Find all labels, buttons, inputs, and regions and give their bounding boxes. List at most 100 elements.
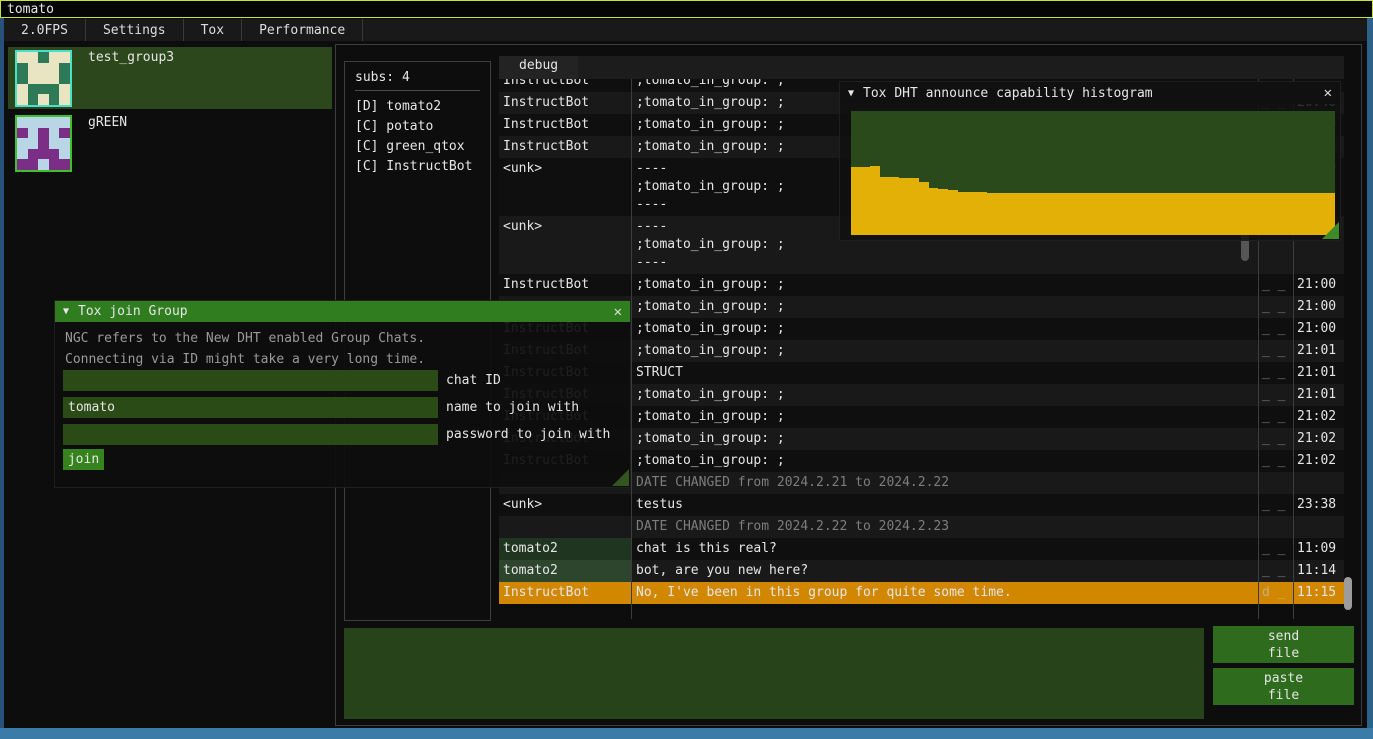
join-button[interactable]: join: [63, 449, 104, 470]
message-input[interactable]: [344, 628, 1204, 719]
chat-id-label: chat ID: [446, 373, 501, 388]
group-item-gREEN[interactable]: gREEN: [8, 112, 332, 172]
histogram-bar: [1219, 193, 1229, 235]
message-text: ;tomato_in_group: ;: [631, 342, 1258, 360]
join-name-label: name to join with: [446, 400, 579, 415]
message-timestamp: [1293, 518, 1344, 536]
menu-item-performance[interactable]: Performance: [242, 19, 363, 41]
send-file-button[interactable]: send file: [1213, 626, 1354, 663]
histogram-bar: [1006, 193, 1016, 235]
window-titlebar[interactable]: tomato: [0, 0, 1373, 18]
message-row[interactable]: DATE CHANGED from 2024.2.22 to 2024.2.23: [499, 516, 1344, 538]
subs-member[interactable]: [C] InstructBot: [355, 157, 490, 177]
menu-item-tox[interactable]: Tox: [184, 19, 242, 41]
histogram-bar: [987, 193, 997, 235]
resize-grip[interactable]: [1322, 222, 1339, 239]
subs-list: [D] tomato2 [C] potato [C] green_qtox [C…: [355, 97, 490, 177]
paste-file-button[interactable]: paste file: [1213, 668, 1354, 705]
window-title: tomato: [7, 2, 54, 17]
histogram-bar: [1064, 193, 1074, 235]
message-author: tomato2: [499, 538, 631, 560]
message-text: ;tomato_in_group: ;: [631, 452, 1258, 470]
histogram-bar: [1258, 193, 1268, 235]
subs-member[interactable]: [C] potato: [355, 117, 490, 137]
histogram-bar: [1084, 193, 1094, 235]
histogram-bar: [1151, 193, 1161, 235]
message-text: ;tomato_in_group: ;: [631, 298, 1258, 316]
message-timestamp: 21:00: [1293, 276, 1344, 294]
join-password-label: password to join with: [446, 427, 610, 442]
histogram-bar: [1287, 193, 1297, 235]
message-row[interactable]: InstructBot ;tomato_in_group: ; _ _ 21:0…: [499, 274, 1344, 296]
join-info-line: Connecting via ID might take a very long…: [65, 349, 630, 370]
message-timestamp: 11:14: [1293, 562, 1344, 580]
message-flags: _ _: [1258, 386, 1293, 404]
tab-debug[interactable]: debug: [499, 56, 578, 79]
message-flags: _ _: [1258, 320, 1293, 338]
resize-grip[interactable]: [612, 469, 629, 486]
collapse-arrow-icon[interactable]: ▼: [63, 306, 69, 317]
message-flags: _ _: [1258, 276, 1293, 294]
histogram-plot: [851, 111, 1335, 235]
join-password-input[interactable]: [63, 424, 438, 445]
menu-item-settings[interactable]: Settings: [86, 19, 184, 41]
subs-member[interactable]: [D] tomato2: [355, 97, 490, 117]
scrollbar-thumb[interactable]: [1344, 577, 1352, 610]
message-flags: _ _: [1258, 562, 1293, 580]
message-row[interactable]: InstructBot No, I've been in this group …: [499, 582, 1344, 604]
window-border-right: [1367, 18, 1373, 728]
message-flags: _ _: [1258, 364, 1293, 382]
join-window-titlebar[interactable]: ▼ Tox join Group ✕: [55, 301, 630, 322]
message-text: chat is this real?: [631, 540, 1258, 558]
histogram-bar: [919, 182, 929, 235]
message-flags: _ _: [1258, 452, 1293, 470]
group-avatar: [15, 50, 72, 107]
histogram-bar: [1142, 193, 1152, 235]
message-text: ;tomato_in_group: ;: [631, 320, 1258, 338]
chat-id-input[interactable]: [63, 370, 438, 391]
histogram-bar: [948, 190, 958, 235]
subs-member[interactable]: [C] green_qtox: [355, 137, 490, 157]
histogram-bar: [1190, 193, 1200, 235]
join-name-input[interactable]: [63, 397, 438, 418]
histogram-window-title: Tox DHT announce capability histogram: [863, 86, 1315, 101]
histogram-bar: [1306, 193, 1316, 235]
message-timestamp: 21:02: [1293, 430, 1344, 448]
histogram-bar: [1268, 193, 1278, 235]
message-timestamp: 21:01: [1293, 364, 1344, 382]
histogram-window: ▼ Tox DHT announce capability histogram …: [839, 81, 1341, 241]
collapse-arrow-icon[interactable]: ▼: [848, 88, 854, 99]
message-text: ;tomato_in_group: ;: [631, 276, 1258, 294]
message-text: ;tomato_in_group: ;: [631, 430, 1258, 448]
histogram-bar: [1180, 193, 1190, 235]
histogram-bar: [1171, 193, 1181, 235]
histogram-bar: [1054, 193, 1064, 235]
message-timestamp: [1293, 474, 1344, 492]
message-author: <unk>: [499, 218, 631, 272]
message-text: ;tomato_in_group: ;: [631, 408, 1258, 426]
close-icon[interactable]: ✕: [1324, 85, 1332, 101]
message-row[interactable]: <unk> testus _ _ 23:38: [499, 494, 1344, 516]
message-row[interactable]: tomato2 bot, are you new here? _ _ 11:14: [499, 560, 1344, 582]
message-timestamp: 21:00: [1293, 298, 1344, 316]
histogram-bar: [1229, 193, 1239, 235]
histogram-window-titlebar[interactable]: ▼ Tox DHT announce capability histogram …: [840, 82, 1340, 104]
message-text: DATE CHANGED from 2024.2.21 to 2024.2.22: [631, 474, 1258, 492]
message-text: ;tomato_in_group: ;: [631, 386, 1258, 404]
join-info-line: NGC refers to the New DHT enabled Group …: [65, 328, 630, 349]
close-icon[interactable]: ✕: [614, 304, 622, 320]
message-author: [499, 518, 631, 536]
group-item-test_group3[interactable]: test_group3: [8, 47, 332, 109]
message-row[interactable]: tomato2 chat is this real? _ _ 11:09: [499, 538, 1344, 560]
histogram-bar: [958, 192, 968, 235]
join-group-window: ▼ Tox join Group ✕ NGC refers to the New…: [54, 300, 631, 488]
window-border-bottom: [0, 728, 1373, 739]
histogram-bar: [909, 178, 919, 235]
group-avatar: [15, 115, 72, 172]
message-text: bot, are you new here?: [631, 562, 1258, 580]
message-author: InstructBot: [499, 138, 631, 156]
message-flags: _ _: [1258, 342, 1293, 360]
histogram-bar: [1297, 193, 1307, 235]
histogram-bar: [1103, 193, 1113, 235]
histogram-bar: [929, 188, 939, 235]
